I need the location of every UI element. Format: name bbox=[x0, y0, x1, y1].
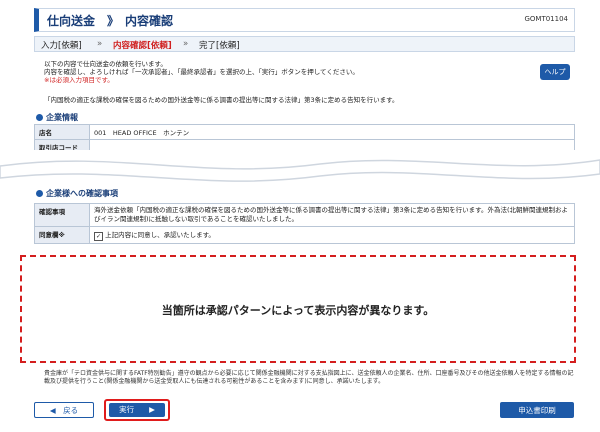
section-confirmation: 企業様への確認事項 bbox=[36, 188, 118, 199]
approval-pattern-message: 当箇所は承認パターンによって表示内容が異なります。 bbox=[161, 304, 435, 317]
label-agreement: 同意欄※ bbox=[34, 226, 90, 244]
print-application-button[interactable]: 申込書印刷 bbox=[500, 402, 574, 418]
bullet-icon bbox=[36, 190, 43, 197]
step-separator: » bbox=[97, 39, 103, 49]
value-confirmation: 海外送金依頼「内国税の適正な課税の確保を図るための国外送金等に係る調書の提出等に… bbox=[89, 203, 575, 227]
table-row: 同意欄※ ✓ 上記内容に同意し、承認いたします。 bbox=[34, 226, 575, 244]
instruction-line: 内容を確認し、よろしければ「一次承認者」、「最終承認者」を選択の上、「実行」ボタ… bbox=[44, 68, 359, 76]
execute-button[interactable]: 実行 ▶ bbox=[109, 403, 165, 417]
bullet-icon bbox=[36, 114, 43, 121]
label-confirmation: 確認事項 bbox=[34, 203, 90, 227]
back-button[interactable]: ◀ 戻る bbox=[34, 402, 94, 418]
step-separator: » bbox=[183, 39, 189, 49]
fatf-consent-note: 貴金庫が「テロ資金供与に関するFATF特別勧告」遵守の観点から必要に応じて関係金… bbox=[44, 370, 574, 385]
agreement-text: 上記内容に同意し、承認いたします。 bbox=[105, 231, 215, 239]
instruction-line: 以下の内容で仕向送金の依頼を行います。 bbox=[44, 60, 167, 68]
approval-pattern-area: 当箇所は承認パターンによって表示内容が異なります。 bbox=[20, 255, 576, 363]
omission-wave bbox=[0, 150, 600, 186]
agreement-cell: ✓ 上記内容に同意し、承認いたします。 bbox=[89, 226, 575, 244]
screen-code: GOMT01104 bbox=[524, 15, 568, 23]
table-row: 店名 001 HEAD OFFICE ホンテン bbox=[34, 124, 575, 140]
execute-button-highlight: 実行 ▶ bbox=[104, 399, 170, 421]
step-complete: 完了[依頼] bbox=[199, 41, 240, 51]
table-row: 確認事項 海外送金依頼「内国税の適正な課税の確保を図るための国外送金等に係る調書… bbox=[34, 203, 575, 227]
page-title: 仕向送金 》 内容確認 bbox=[47, 14, 174, 28]
required-note: ※は必須入力項目です。 bbox=[44, 76, 114, 84]
breadcrumb: 入力[依頼] » 内容確認[依頼] » 完了[依頼] bbox=[34, 36, 575, 52]
value-branch: 001 HEAD OFFICE ホンテン bbox=[89, 124, 575, 140]
section-company-info: 企業情報 bbox=[36, 112, 78, 123]
label-branch: 店名 bbox=[34, 124, 90, 140]
title-bar: 仕向送金 》 内容確認 GOMT01104 bbox=[34, 8, 575, 32]
agreement-checkbox[interactable]: ✓ bbox=[94, 232, 103, 241]
help-button[interactable]: ヘルプ bbox=[540, 64, 570, 80]
confirmation-table: 確認事項 海外送金依頼「内国税の適正な課税の確保を図るための国外送金等に係る調書… bbox=[34, 203, 575, 244]
instruction-line: 「内国税の適正な課税の確保を図るための国外送金等に係る調書の提出等に関する法律」… bbox=[44, 96, 399, 104]
step-input: 入力[依頼] bbox=[41, 41, 82, 51]
step-confirm: 内容確認[依頼] bbox=[113, 41, 172, 51]
